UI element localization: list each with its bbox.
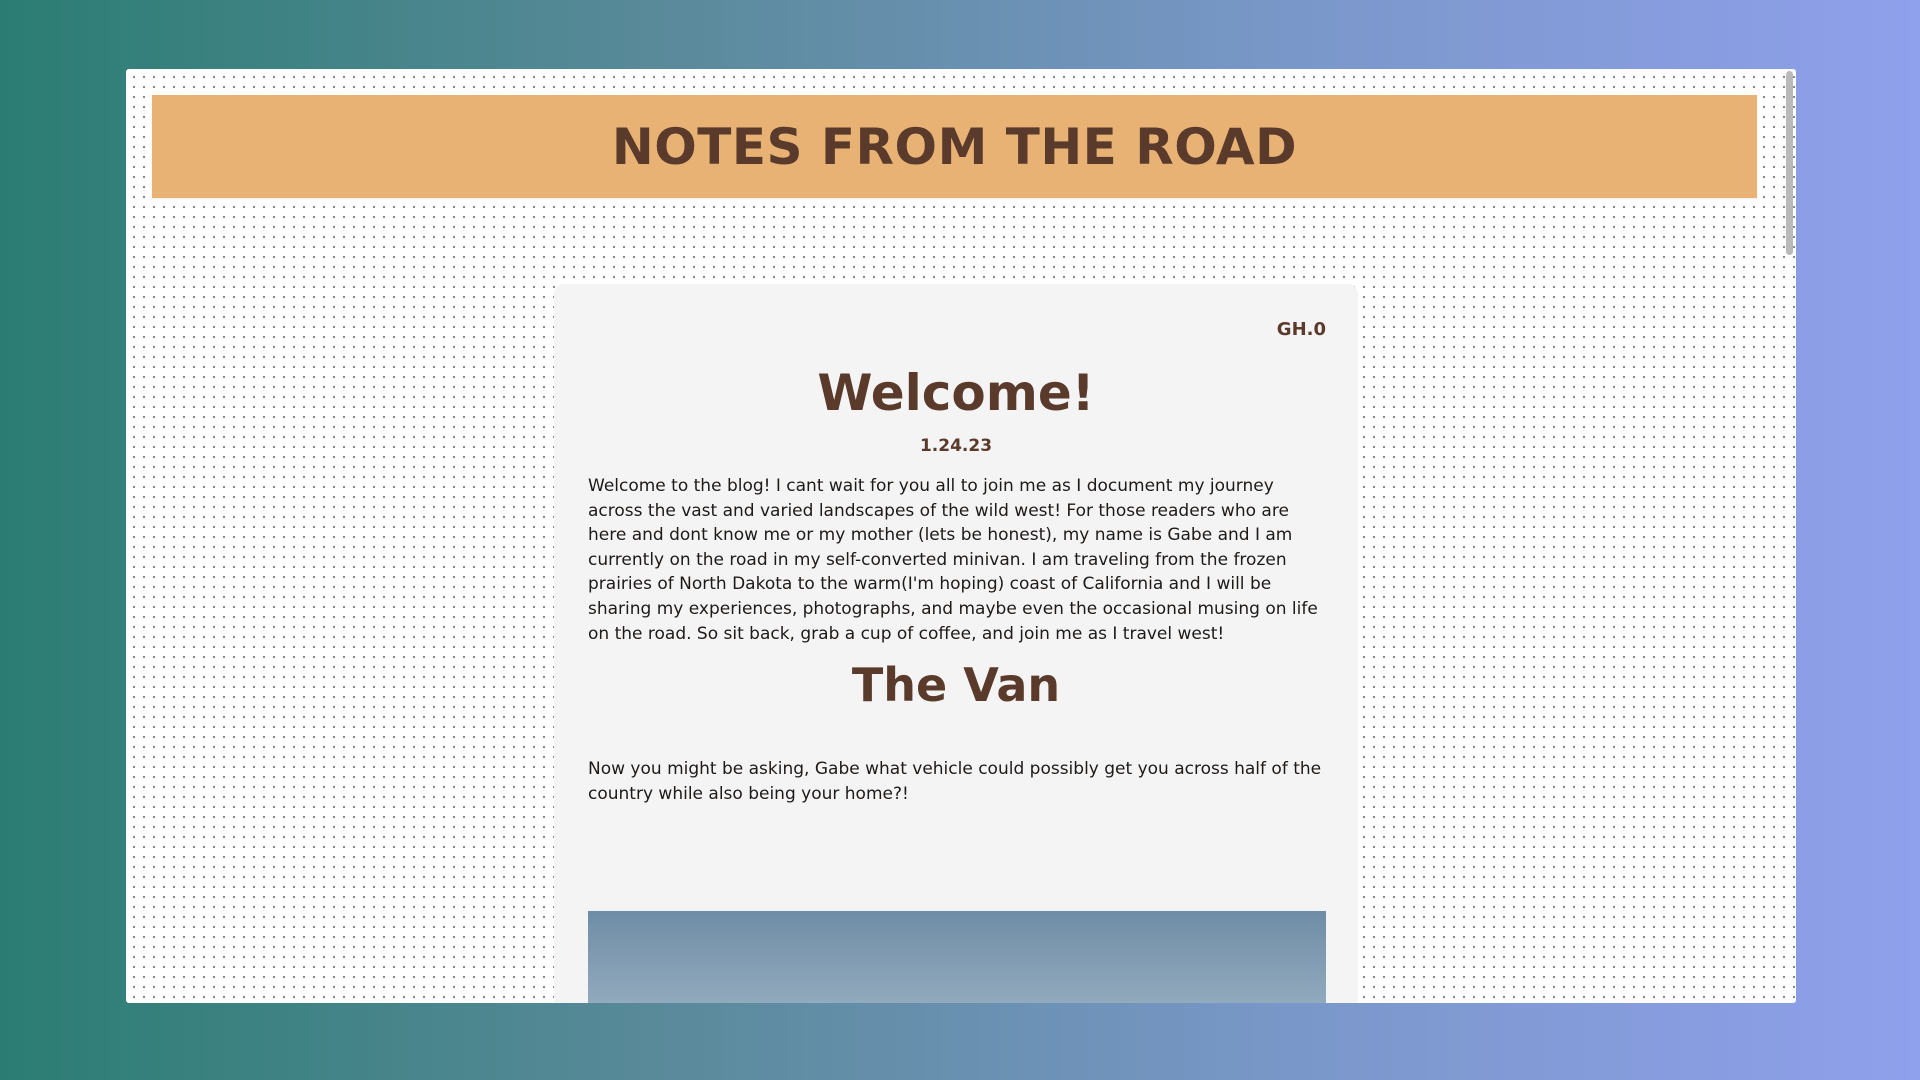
section-body-text: Now you might be asking, Gabe what vehic… [588, 759, 1322, 804]
site-title: NOTES FROM THE ROAD [611, 117, 1298, 176]
section-title: The Van [851, 658, 1061, 712]
van-photo [588, 911, 1326, 1003]
post-title: Welcome! [817, 364, 1095, 422]
post-intro-text: Welcome to the blog! I cant wait for you… [588, 476, 1318, 644]
post-date: 1.24.23 [919, 436, 993, 456]
blog-post-card: GH.0 Welcome! 1.24.23 Welcome to the blo… [554, 284, 1358, 1003]
browser-window: NOTES FROM THE ROAD GH.0 Welcome! 1.24.2… [126, 69, 1796, 1003]
vertical-scrollbar[interactable] [1786, 71, 1794, 1001]
post-tag: GH.0 [1276, 319, 1326, 340]
scrollbar-thumb[interactable] [1786, 71, 1793, 255]
site-header-banner: NOTES FROM THE ROAD [152, 95, 1757, 198]
